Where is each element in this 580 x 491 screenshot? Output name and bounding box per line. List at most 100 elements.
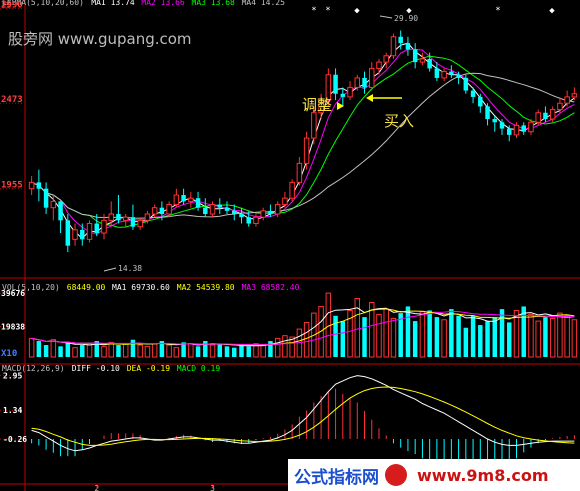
macd-tick-label: 1.34 bbox=[3, 406, 22, 415]
candle bbox=[151, 207, 158, 215]
candle bbox=[181, 195, 186, 202]
price-legend-2: MA2 13.66 bbox=[141, 0, 185, 7]
volume-bar bbox=[80, 345, 85, 357]
candle bbox=[427, 58, 432, 69]
signal-marker: * bbox=[495, 6, 500, 16]
volume-bar bbox=[43, 345, 49, 357]
candle bbox=[362, 77, 367, 88]
volume-bar bbox=[456, 315, 461, 357]
candle bbox=[159, 207, 165, 215]
volume-bar bbox=[203, 341, 208, 357]
volume-bar bbox=[137, 344, 143, 358]
candle bbox=[398, 36, 403, 44]
candle bbox=[564, 96, 570, 104]
signal-marker: * bbox=[311, 6, 316, 16]
volume-bar bbox=[499, 309, 505, 357]
volume-bar bbox=[376, 313, 382, 358]
dea-line bbox=[31, 386, 575, 446]
volume-legend-1: 68449.00 bbox=[67, 283, 106, 292]
volume-bar bbox=[528, 313, 534, 358]
volume-bar bbox=[449, 309, 454, 357]
volume-bar bbox=[72, 347, 78, 358]
volume-bar bbox=[427, 310, 432, 357]
candle bbox=[412, 49, 418, 63]
candle bbox=[419, 58, 426, 63]
volume-tick-label: 19838 bbox=[1, 322, 25, 331]
candle bbox=[260, 210, 266, 218]
volume-bar bbox=[130, 339, 136, 357]
moving-average-line-2 bbox=[31, 48, 575, 235]
volume-bar bbox=[543, 317, 548, 357]
price-legend-4: MA4 14.25 bbox=[242, 0, 286, 7]
volume-bar bbox=[116, 345, 121, 357]
volume-bar bbox=[405, 306, 411, 357]
candle bbox=[188, 197, 194, 202]
candle bbox=[268, 210, 273, 215]
candle bbox=[390, 36, 397, 57]
volume-bar bbox=[108, 341, 114, 358]
candle bbox=[289, 181, 295, 199]
volume-bar bbox=[65, 342, 71, 357]
moving-average-line-1 bbox=[31, 42, 575, 239]
price-legend-3: MA3 13.68 bbox=[192, 0, 236, 7]
candle bbox=[58, 201, 63, 221]
volume-tick-label: 39676 bbox=[1, 289, 25, 298]
candle bbox=[478, 96, 483, 107]
candle bbox=[224, 207, 230, 211]
volume-bar bbox=[571, 319, 578, 358]
candle bbox=[137, 219, 143, 228]
candle bbox=[65, 220, 71, 246]
candle bbox=[239, 214, 244, 218]
volume-bar bbox=[434, 317, 440, 357]
candle bbox=[195, 198, 201, 208]
volume-bar bbox=[195, 346, 201, 357]
volume-bar bbox=[557, 312, 563, 358]
candle bbox=[203, 207, 208, 215]
moving-average-line-3 bbox=[31, 55, 575, 228]
macd-tick-label: 2.95 bbox=[3, 372, 22, 381]
price-tick-label: 1955 bbox=[1, 181, 23, 191]
x-tick-label: 3 bbox=[210, 484, 215, 491]
volume-bar bbox=[390, 317, 397, 358]
candle bbox=[405, 43, 411, 50]
top-watermark: 股旁网 www.gupang.com bbox=[8, 30, 192, 48]
candle bbox=[296, 162, 303, 183]
volume-legend-4: MA3 68582.40 bbox=[242, 283, 300, 292]
candle bbox=[499, 122, 505, 129]
candle bbox=[333, 74, 338, 94]
volume-bar bbox=[419, 311, 426, 358]
volume-bar bbox=[188, 343, 194, 358]
volume-bar bbox=[28, 337, 35, 358]
bottom-watermark-url: www.9m8.com bbox=[417, 465, 549, 485]
candle bbox=[122, 216, 129, 221]
candle bbox=[543, 112, 548, 120]
candle bbox=[116, 214, 121, 221]
candle bbox=[485, 106, 490, 120]
volume-bar bbox=[478, 325, 483, 357]
volume-bar bbox=[354, 297, 361, 358]
macd-legend-1: DIFF -0.10 bbox=[72, 364, 120, 373]
volume-bar bbox=[463, 327, 469, 357]
candle bbox=[282, 197, 288, 206]
candle bbox=[173, 194, 180, 206]
high-leader bbox=[379, 15, 393, 19]
signal-marker: ◆ bbox=[354, 6, 360, 16]
volume-bar bbox=[209, 344, 216, 358]
candle bbox=[108, 213, 114, 221]
candle bbox=[507, 128, 512, 135]
signal-marker: ◆ bbox=[549, 6, 555, 16]
candle bbox=[303, 137, 310, 164]
volume-bar bbox=[412, 321, 418, 357]
candle bbox=[528, 121, 534, 133]
buy-annotation: 买入 bbox=[384, 112, 415, 130]
candle bbox=[383, 55, 389, 63]
candle bbox=[513, 124, 520, 136]
candle bbox=[354, 77, 361, 88]
volume-bar bbox=[340, 321, 346, 357]
volume-bar bbox=[246, 346, 251, 357]
candle bbox=[43, 188, 49, 208]
volume-bar bbox=[383, 308, 389, 358]
price-tick-label: 2473 bbox=[1, 95, 23, 105]
candle bbox=[449, 71, 454, 75]
bottom-watermark: 公式指标网 www.9m8.com bbox=[288, 459, 580, 491]
